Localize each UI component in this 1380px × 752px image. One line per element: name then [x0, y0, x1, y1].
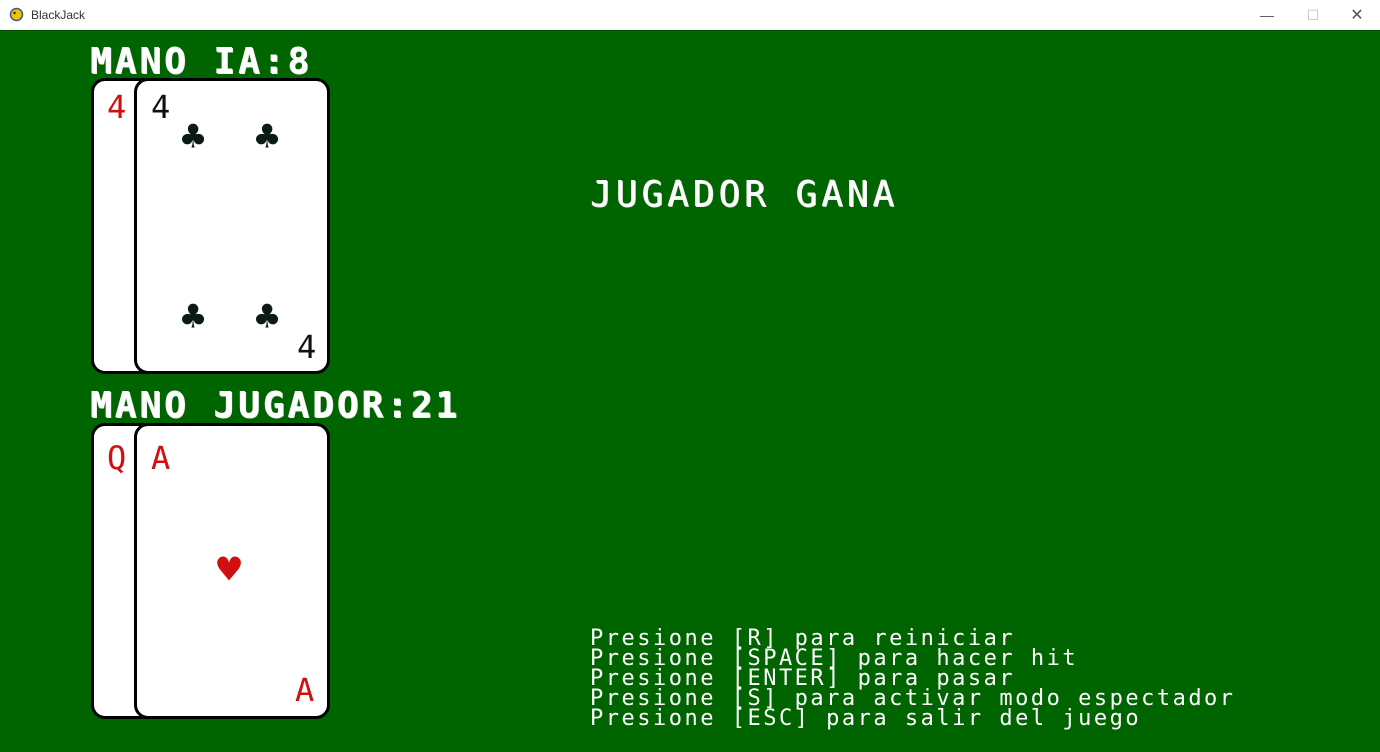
player-card-1-rank: Q: [107, 439, 127, 477]
player-card-2-rank: A: [151, 439, 171, 477]
title-bar: BlackJack — ☐ ✕: [0, 0, 1380, 30]
app-icon: [9, 7, 24, 22]
ai-card-1-rank: 4: [107, 88, 127, 126]
ai-card-2-rank: 4: [151, 88, 171, 126]
heart-icon: ♥: [217, 547, 242, 593]
close-button[interactable]: ✕: [1334, 0, 1380, 30]
player-card-2-rank-bottom: A: [295, 671, 315, 709]
club-icon: ♣: [181, 294, 206, 340]
instruction-exit: Presione [ESC] para salir del juego: [590, 706, 1142, 731]
club-icon: ♣: [255, 294, 280, 340]
player-hand-label: MANO JUGADOR:21: [90, 385, 461, 426]
window-title: BlackJack: [31, 8, 86, 22]
player-card-2: A ♥ A: [134, 423, 330, 719]
club-icon: ♣: [181, 114, 206, 160]
club-icon: ♣: [255, 114, 280, 160]
result-message: JUGADOR GANA: [590, 174, 899, 215]
ai-card-2: 4 ♣ ♣ ♣ ♣ 4: [134, 78, 330, 374]
ai-hand-label: MANO IA:8: [90, 41, 313, 82]
maximize-button[interactable]: ☐: [1290, 0, 1336, 30]
ai-card-2-rank-bottom: 4: [297, 328, 317, 366]
minimize-button[interactable]: —: [1244, 0, 1290, 30]
game-canvas: MANO IA:8 4 4 ♣ ♣ ♣ ♣ 4 JUGADOR GANA MAN…: [0, 30, 1380, 752]
instructions: Presione [R] para reiniciar Presione [SP…: [590, 628, 1236, 731]
